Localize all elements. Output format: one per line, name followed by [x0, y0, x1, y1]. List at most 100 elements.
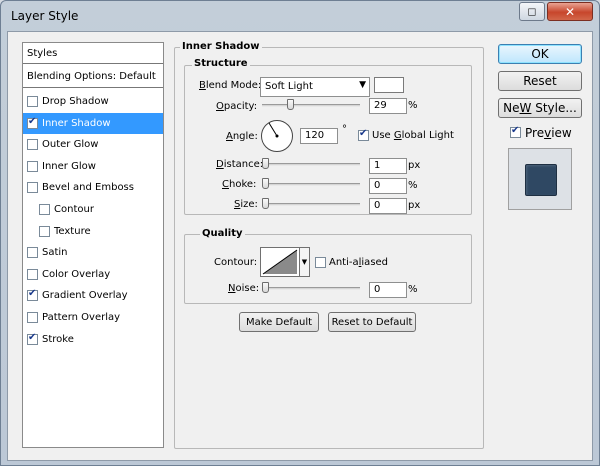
preview-checkbox[interactable]: [510, 125, 521, 138]
reset-button[interactable]: Reset: [498, 71, 582, 91]
styles-list: Styles Blending Options: Default Drop Sh…: [22, 42, 164, 448]
ok-label: OK: [531, 47, 549, 61]
dropdown-arrow-icon: ▼: [359, 80, 366, 90]
style-item[interactable]: Outer Glow: [23, 134, 163, 155]
style-item-label: Stroke: [42, 333, 74, 345]
style-item[interactable]: Drop Shadow: [23, 91, 163, 112]
layer-style-dialog: Layer Style ◻ ✕ Styles Blending Options:…: [0, 0, 600, 466]
style-item[interactable]: Bevel and Emboss: [23, 177, 163, 198]
size-input[interactable]: 0: [369, 198, 407, 214]
blending-options-label: Blending Options: Default: [27, 70, 156, 82]
style-item-label: Color Overlay: [42, 268, 111, 280]
ok-button[interactable]: OK: [498, 44, 582, 64]
contour-curve-icon: [262, 249, 298, 275]
style-item[interactable]: Satin: [23, 242, 163, 263]
style-item-label: Pattern Overlay: [42, 312, 121, 323]
size-slider-thumb[interactable]: [262, 198, 269, 209]
close-button[interactable]: ✕: [547, 2, 593, 21]
style-item-checkbox[interactable]: [27, 139, 38, 151]
style-item[interactable]: Pattern Overlay: [23, 307, 163, 328]
close-icon: ✕: [564, 4, 576, 19]
shadow-color-swatch[interactable]: [374, 77, 404, 93]
opacity-label: Opacity:: [216, 101, 258, 112]
style-item-checkbox[interactable]: [27, 268, 38, 280]
style-item-label: Texture: [54, 225, 91, 237]
style-item-checkbox[interactable]: [39, 225, 50, 237]
title-bar[interactable]: Layer Style ◻ ✕: [1, 1, 599, 31]
window-title: Layer Style: [11, 9, 79, 23]
opacity-slider-track[interactable]: [262, 104, 360, 107]
dialog-body: Styles Blending Options: Default Drop Sh…: [7, 31, 593, 461]
style-item-checkbox[interactable]: [27, 182, 38, 194]
style-item-label: Gradient Overlay: [42, 290, 128, 302]
restore-icon: ◻: [527, 5, 537, 18]
style-item-label: Inner Glow: [42, 160, 96, 172]
angle-input[interactable]: 120: [300, 128, 338, 144]
choke-slider-track[interactable]: [262, 183, 360, 186]
new-style-label: NeW Style...: [503, 101, 577, 115]
choke-slider-thumb[interactable]: [262, 178, 269, 189]
distance-label: Distance:: [216, 159, 264, 170]
style-item-checkbox[interactable]: [27, 160, 38, 172]
style-item[interactable]: Inner Shadow: [23, 112, 163, 134]
angle-dial[interactable]: [261, 120, 293, 152]
noise-label: Noise:: [228, 283, 260, 294]
style-item-label: Satin: [42, 247, 68, 259]
restore-button[interactable]: ◻: [519, 2, 545, 21]
style-item-label: Bevel and Emboss: [42, 182, 134, 194]
style-item-checkbox[interactable]: [27, 96, 38, 107]
blending-options-item[interactable]: Blending Options: Default: [23, 65, 163, 88]
anti-aliased-label: Anti-aliased: [329, 257, 389, 268]
styles-header[interactable]: Styles: [23, 43, 163, 64]
noise-unit: %: [408, 284, 418, 295]
contour-picker[interactable]: [260, 247, 300, 277]
style-item-label: Drop Shadow: [42, 96, 109, 107]
inner-shadow-title: Inner Shadow: [180, 41, 262, 52]
distance-slider-track[interactable]: [262, 163, 360, 166]
choke-input[interactable]: 0: [369, 178, 407, 194]
size-slider-track[interactable]: [262, 203, 360, 206]
distance-input[interactable]: 1: [369, 158, 407, 174]
style-item[interactable]: Contour: [23, 199, 163, 220]
reset-to-default-button[interactable]: Reset to Default: [328, 312, 416, 332]
style-item-checkbox[interactable]: [27, 312, 38, 323]
preview-label: Preview: [525, 126, 572, 140]
new-style-button[interactable]: NeW Style...: [498, 98, 582, 118]
opacity-unit: %: [408, 100, 418, 111]
blend-mode-label: Blend Mode:: [199, 80, 262, 91]
blend-mode-select[interactable]: Soft Light ▼: [260, 77, 370, 97]
noise-slider-track[interactable]: [262, 287, 360, 290]
quality-title: Quality: [200, 228, 245, 239]
angle-needle-icon: [268, 122, 279, 138]
style-item[interactable]: Inner Glow: [23, 156, 163, 177]
noise-input[interactable]: 0: [369, 282, 407, 298]
style-item[interactable]: Stroke: [23, 329, 163, 350]
style-item-checkbox[interactable]: [27, 116, 38, 129]
style-item[interactable]: Gradient Overlay: [23, 285, 163, 306]
angle-unit: °: [342, 124, 347, 135]
size-unit: px: [408, 200, 421, 211]
contour-label: Contour:: [214, 257, 258, 268]
style-item-label: Inner Shadow: [42, 117, 111, 129]
contour-dropdown-button[interactable]: ▼: [300, 247, 310, 277]
style-item[interactable]: Texture: [23, 221, 163, 242]
styles-header-label: Styles: [27, 47, 58, 59]
choke-unit: %: [408, 180, 418, 191]
use-global-light-checkbox[interactable]: [358, 128, 369, 141]
preview-box: [508, 148, 572, 210]
distance-unit: px: [408, 160, 421, 171]
distance-slider-thumb[interactable]: [262, 158, 269, 169]
style-item-checkbox[interactable]: [27, 332, 38, 345]
style-item[interactable]: Color Overlay: [23, 264, 163, 285]
make-default-button[interactable]: Make Default: [239, 312, 319, 332]
style-item-checkbox[interactable]: [39, 204, 50, 215]
use-global-light-label: Use Global Light: [372, 130, 454, 141]
dropdown-arrow-icon: ▼: [301, 258, 308, 266]
style-item-checkbox[interactable]: [27, 247, 38, 259]
anti-aliased-checkbox[interactable]: [315, 257, 326, 268]
opacity-slider-thumb[interactable]: [287, 99, 295, 110]
opacity-input[interactable]: 29: [369, 98, 407, 114]
size-label: Size:: [234, 199, 258, 210]
style-item-checkbox[interactable]: [27, 288, 38, 302]
noise-slider-thumb[interactable]: [262, 282, 269, 293]
